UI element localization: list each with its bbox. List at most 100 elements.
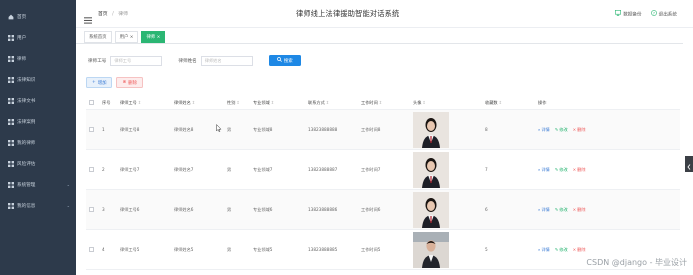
column-header-phone[interactable]: 联系方式⇕ [305,100,358,106]
sidebar-item-system-management[interactable]: 系统管理 ⌄ [0,174,76,195]
select-all-checkbox[interactable] [89,99,94,105]
search-icon: ⌕ [538,167,541,172]
lawyer-id-cell: 律师工号7 [120,166,140,172]
logout-button[interactable]: ? 退出系统 [650,10,677,18]
edit-button[interactable]: ✎ 修改 [555,207,568,213]
sidebar-item-lawyers[interactable]: 律师 [0,48,76,69]
tab-users[interactable]: 用户 × [114,30,139,43]
edit-button[interactable]: ✎ 修改 [555,247,568,253]
sort-icon: ⇕ [325,99,330,105]
sidebar-item-my-lawyer[interactable]: 我的律师 [0,132,76,153]
sidebar-item-label: 我的信息 [17,203,36,209]
chevron-down-icon: ⌄ [66,203,70,208]
breadcrumb-home[interactable]: 首页 [98,12,108,17]
backup-button[interactable]: 数据备份 [615,10,642,18]
field-cell: 专业领域6 [253,206,273,212]
lawyer-id-cell: 律师工号6 [120,206,140,212]
close-icon[interactable]: × [130,35,134,40]
lawyer-id-cell: 律师工号8 [120,126,140,132]
detail-button[interactable]: ⌕ 详情 [538,207,550,213]
tab-lawyers[interactable]: 律师 × [141,30,166,43]
sidebar-item-home[interactable]: 首页 [0,6,76,27]
lawyer-name-cell: 律师姓名7 [174,166,194,172]
tab-label: 用户 [119,34,129,40]
breadcrumb-separator: / [112,12,114,17]
lawyer-name-cell: 律师姓名6 [174,206,194,212]
sidebar-item-users[interactable]: 用户 [0,27,76,48]
gender-cell: 男 [227,246,232,252]
lawyer-id-input[interactable]: 律师工号 [110,55,163,66]
sort-icon: ⇕ [498,99,503,105]
delete-button[interactable]: ⊗ 删除 [116,77,143,88]
avatar [413,191,449,228]
column-header-field[interactable]: 专业领域⇕ [250,100,305,106]
avatar [413,151,449,188]
grid-icon [8,139,14,146]
sort-icon: ⇕ [236,99,240,105]
row-operations: ⌕ 详情 ✎ 修改 × 删除 [538,207,680,213]
remove-button[interactable]: × 删除 [573,127,586,133]
sidebar-item-my-info[interactable]: 我的信息 ⌄ [0,195,76,216]
grid-icon [8,76,14,83]
chevron-left-icon [687,155,691,174]
sort-icon: ⇕ [137,99,142,105]
row-checkbox[interactable] [89,126,94,132]
work-time-cell: 工作时间6 [361,206,381,212]
column-header-gender[interactable]: 性别⇕ [224,100,250,106]
detail-button[interactable]: ⌕ 详情 [538,127,550,133]
column-header-avatar[interactable]: 头像⇕ [410,100,482,106]
row-index: 2 [102,167,105,172]
toolbar: + 增加 ⊗ 删除 [86,77,143,88]
row-checkbox[interactable] [89,166,94,172]
column-header-lawyer-id[interactable]: 律师工号⇕ [117,100,171,106]
column-header-work-time[interactable]: 工作时间⇕ [358,100,410,106]
favorites-cell: 8 [485,127,488,132]
plus-icon: + [92,80,96,85]
search-icon: ⌕ [538,127,541,132]
close-icon: × [572,127,577,132]
search-button[interactable]: 搜索 [268,55,301,66]
header-actions: 数据备份 ? 退出系统 [615,10,677,18]
add-button[interactable]: + 增加 [86,77,113,88]
column-header-favorites[interactable]: 收藏数⇕ [482,100,535,106]
row-operations: ⌕ 详情 ✎ 修改 × 删除 [538,127,680,133]
detail-button[interactable]: ⌕ 详情 [538,247,550,253]
sidebar-item-label: 风险评估 [17,161,36,167]
sidebar-item-legal-knowledge[interactable]: 法律知识 [0,69,76,90]
app-window: 首页 用户 律师 法律知识 法律文书 法律案例 我的律师 风险评估 系统管理 ⌄… [0,0,693,275]
grid-icon [8,160,14,167]
sort-icon: ⇕ [191,99,196,105]
row-checkbox[interactable] [89,246,94,252]
remove-button[interactable]: × 删除 [573,207,586,213]
work-time-cell: 工作时间8 [361,126,381,132]
monitor-icon [615,10,622,18]
mouse-cursor-icon [216,117,222,136]
avatar [413,231,449,268]
remove-button[interactable]: × 删除 [573,247,586,253]
table-row: 3 律师工号6 律师姓名6 男 专业领域6 13823888886 工作时间6 … [86,190,680,230]
close-icon[interactable]: × [157,35,161,40]
row-checkbox[interactable] [89,206,94,212]
lawyers-table: 序号 律师工号⇕ 律师姓名⇕ 性别⇕ 专业领域⇕ 联系方式⇕ 工作时间⇕ 头像⇕… [86,96,680,270]
svg-text:?: ? [653,11,655,15]
sort-icon: ⇕ [422,99,426,105]
remove-button[interactable]: × 删除 [573,167,586,173]
sidebar-item-legal-cases[interactable]: 法律案例 [0,111,76,132]
favorites-cell: 6 [485,207,488,212]
search-label-lawyer-name: 律师姓名 [178,58,197,64]
lawyer-name-input[interactable]: 律师姓名 [200,55,253,66]
row-index: 3 [102,207,105,212]
column-header-lawyer-name[interactable]: 律师姓名⇕ [171,100,224,106]
edit-button[interactable]: ✎ 修改 [555,127,568,133]
trash-icon: ⊗ [122,80,127,85]
home-icon [8,14,14,20]
side-panel-handle[interactable] [685,156,693,172]
tab-system-home[interactable]: 系统首页 [84,30,112,43]
sidebar-item-risk-assessment[interactable]: 风险评估 [0,153,76,174]
menu-toggle-icon[interactable] [84,9,92,28]
detail-button[interactable]: ⌕ 详情 [538,167,550,173]
field-cell: 专业领域5 [253,246,273,252]
sidebar-item-legal-documents[interactable]: 法律文书 [0,90,76,111]
edit-button[interactable]: ✎ 修改 [555,167,568,173]
search-icon: ⌕ [538,247,541,252]
